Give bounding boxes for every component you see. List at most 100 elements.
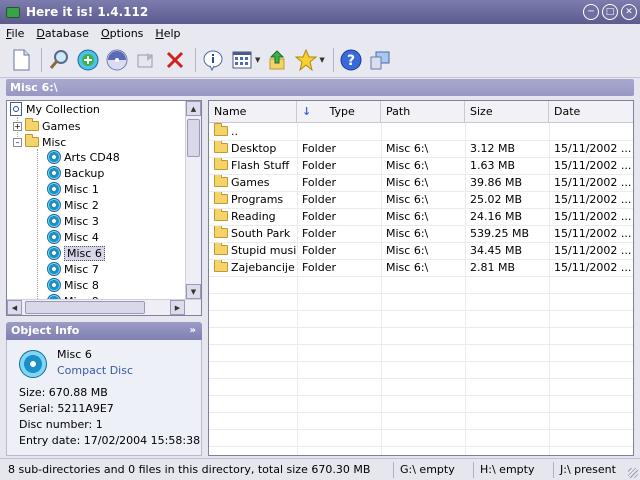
grid-line [209,378,633,379]
tree-node-disc-selected[interactable]: Misc 6 [47,245,105,261]
column-header-name[interactable]: Name [209,101,297,123]
up-folder-icon[interactable] [264,47,290,73]
new-icon[interactable] [8,47,34,73]
folder-icon [214,259,228,272]
list-row[interactable]: Games Folder Misc 6:\ 39.86 MB 15/11/200… [209,174,633,191]
grid-line [209,259,633,260]
column-header-path[interactable]: Path [381,101,465,123]
toolbar: ▼ ▼ ? [0,42,640,78]
disc-icon [47,198,61,212]
scroll-down-icon[interactable]: ▼ [186,284,201,299]
close-button[interactable]: ✕ [621,4,637,20]
column-header-date[interactable]: Date [549,101,633,123]
tree-node-disc[interactable]: Misc 8 [47,277,99,293]
list-row[interactable]: Stupid music Folder Misc 6:\ 34.45 MB 15… [209,242,633,259]
list-row[interactable]: South Park Folder Misc 6:\ 539.25 MB 15/… [209,225,633,242]
explorer-icon[interactable] [367,47,393,73]
disc-icon [47,230,61,244]
collection-icon [10,102,22,116]
collapse-chevron-icon[interactable]: » [190,322,196,340]
grid-line [209,140,633,141]
favorites-dropdown-icon[interactable]: ▼ [319,56,324,64]
tree-node-games[interactable]: + Games [13,118,80,134]
menu-bar: File Database Options Help [0,24,640,42]
status-bar: 8 sub-directories and 0 files in this di… [0,458,640,480]
menu-database[interactable]: Database [30,27,95,40]
object-info-panel: Misc 6 Compact Disc Size: 670.88 MB Seri… [6,340,202,456]
column-header-size[interactable]: Size [465,101,549,123]
collection-tree[interactable]: My Collection + Games – Misc Arts CD48 B… [6,100,202,316]
grid-line [209,395,633,396]
expand-icon[interactable]: + [13,121,22,131]
grid-line [209,293,633,294]
folder-icon [214,208,228,221]
disc-icon [47,150,61,164]
object-size: Size: 670.88 MB [19,386,108,399]
object-info-header[interactable]: Object Info » [6,322,202,340]
folder-icon [214,225,228,238]
status-drive-g: G:\ empty [396,462,474,478]
grid-line [209,344,633,345]
tree-line [37,149,38,299]
grid-line [209,310,633,311]
help-icon[interactable]: ? [338,47,364,73]
folder-icon [214,140,228,153]
tree-node-disc[interactable]: Misc 3 [47,213,99,229]
disc-icon [47,166,61,180]
tree-node-disc[interactable]: Arts CD48 [47,149,120,165]
tree-node-disc[interactable]: Misc 2 [47,197,99,213]
scroll-up-icon[interactable]: ▲ [186,101,201,116]
status-drive-j: J:\ present [560,463,616,476]
disc-icon [47,278,61,292]
tree-node-disc[interactable]: Misc 4 [47,229,99,245]
tree-node-misc[interactable]: – Misc [13,134,66,150]
view-icon[interactable] [229,47,255,73]
info-icon[interactable] [200,47,226,73]
menu-options[interactable]: Options [95,27,149,40]
favorites-icon[interactable] [293,47,319,73]
grid-line [209,429,633,430]
collapse-icon[interactable]: – [13,137,22,147]
tree-node-root[interactable]: My Collection [10,101,100,117]
list-row-parent[interactable]: .. [209,123,633,140]
tree-node-disc[interactable]: Backup [47,165,104,181]
tree-vertical-scrollbar[interactable]: ▲ ▼ [185,101,201,299]
search-icon[interactable] [46,47,72,73]
tree-node-disc[interactable]: Misc 1 [47,181,99,197]
list-row[interactable]: Reading Folder Misc 6:\ 24.16 MB 15/11/2… [209,208,633,225]
delete-icon[interactable] [162,47,188,73]
column-header-type[interactable]: ↓ Type [297,101,381,123]
folder-icon [214,174,228,187]
tree-horizontal-scrollbar[interactable]: ◀ ▶ [7,299,201,315]
grid-line [209,191,633,192]
resize-grip-icon[interactable] [628,468,638,478]
list-row[interactable]: Desktop Folder Misc 6:\ 3.12 MB 15/11/20… [209,140,633,157]
list-header: Name ↓ Type Path Size Date [209,101,633,123]
scroll-left-icon[interactable]: ◀ [7,300,22,315]
tree-node-disc[interactable]: Misc 7 [47,261,99,277]
sort-arrow-icon: ↓ [302,105,312,118]
disc-icon [47,182,61,196]
scroll-right-icon[interactable]: ▶ [170,300,185,315]
minimize-button[interactable]: ─ [583,4,599,20]
move-icon[interactable] [133,47,159,73]
menu-help[interactable]: Help [149,27,186,40]
maximize-button[interactable]: □ [602,4,618,20]
list-row[interactable]: Zajebancije Folder Misc 6:\ 2.81 MB 15/1… [209,259,633,276]
menu-file[interactable]: File [0,27,30,40]
compact-disc-icon [19,350,47,378]
scroll-thumb[interactable] [187,119,200,157]
list-row[interactable]: Flash Stuff Folder Misc 6:\ 1.63 MB 15/1… [209,157,633,174]
object-name: Misc 6 [57,348,92,361]
grid-line [209,174,633,175]
add-disc-icon[interactable] [75,47,101,73]
view-dropdown-icon[interactable]: ▼ [255,56,260,64]
scroll-thumb[interactable] [25,301,145,314]
app-icon [6,6,20,18]
disc-icon [47,214,61,228]
disc-icon[interactable] [104,47,130,73]
file-list[interactable]: Name ↓ Type Path Size Date .. Desktop Fo… [208,100,634,456]
list-row[interactable]: Programs Folder Misc 6:\ 25.02 MB 15/11/… [209,191,633,208]
title-bar[interactable]: Here it is! 1.4.112 ─ □ ✕ [0,0,640,24]
grid-line [209,225,633,226]
